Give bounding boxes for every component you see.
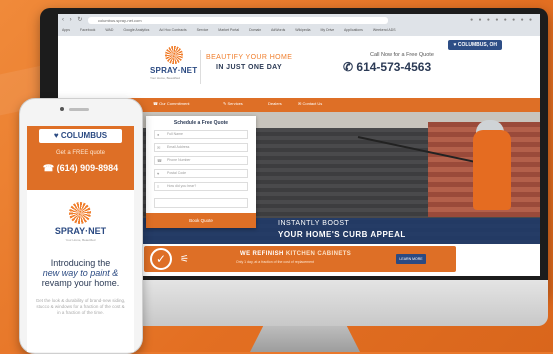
browser-chrome: ‹ › ↻ columbus.spray-net.com ● ● ● ● ● ●… bbox=[58, 14, 540, 36]
bookmark-item[interactable]: AdWords bbox=[271, 28, 285, 32]
spraynet-sun-icon[interactable] bbox=[165, 46, 183, 64]
bookmark-item[interactable]: Weekend ADS bbox=[373, 28, 396, 32]
bookmark-item[interactable]: Domain bbox=[249, 28, 261, 32]
field-placeholder: Full Name bbox=[167, 132, 183, 136]
mobile-intro: Introducing the new way to paint & revam… bbox=[33, 258, 128, 288]
cabinet-banner[interactable]: ✓ ⚟ WE REFINISH KITCHEN CABINETS Only 1 … bbox=[144, 246, 456, 272]
quote-form-title: Schedule a Free Quote bbox=[173, 120, 229, 126]
bookmark-item[interactable]: Ad Hoc Contracts bbox=[159, 28, 186, 32]
mobile-phone-link[interactable]: ☎ (614) 909-8984 bbox=[27, 163, 134, 174]
quote-form: Schedule a Free Quote ● Full Name ✉ Email … bbox=[146, 116, 256, 228]
bookmark-item[interactable]: Wikipedia bbox=[295, 28, 310, 32]
mobile-free-quote: Get a FREE quote bbox=[55, 150, 106, 156]
phone-camera-icon bbox=[60, 107, 64, 111]
cabinet-title-highlight: KITCHEN CABINETS bbox=[285, 251, 352, 257]
field-placeholder: Email Address bbox=[167, 145, 190, 149]
referral-select[interactable]: ≡ How did you hear? bbox=[154, 182, 248, 191]
tagline-secondary: IN JUST ONE DAY bbox=[216, 64, 283, 71]
bookmark-item[interactable]: WAD bbox=[105, 28, 113, 32]
nav-item-contact[interactable]: ✉ Contact Us bbox=[298, 101, 322, 106]
header-divider bbox=[200, 50, 201, 84]
bookmark-item[interactable]: Service bbox=[197, 28, 209, 32]
call-label: Call Now for a Free Quote bbox=[370, 52, 434, 58]
mobile-location-button[interactable]: ♥ COLUMBUS bbox=[39, 129, 122, 143]
email-field[interactable]: ✉ Email Address bbox=[154, 143, 248, 152]
check-icon: ✓ bbox=[150, 248, 172, 270]
apple-logo-icon bbox=[291, 287, 313, 311]
field-placeholder: Postal Code bbox=[167, 171, 187, 175]
browser-nav-icons[interactable]: ‹ › ↻ bbox=[62, 17, 84, 24]
bookmark-item[interactable]: Google Analytics bbox=[123, 28, 149, 32]
header-phone-link[interactable]: ✆ 614-573-4563 bbox=[343, 60, 431, 74]
cabinet-subtitle: Only 1 day, at a fraction of the cost of… bbox=[236, 260, 314, 264]
book-quote-button[interactable]: Book Quote bbox=[146, 213, 256, 228]
mobile-screen: ♥ COLUMBUS Get a FREE quote ☎ (614) 909-… bbox=[27, 126, 134, 352]
site-logo[interactable]: SPRAY·NET bbox=[150, 66, 197, 75]
mobile-logo-subtitle: Your Home, Beautified bbox=[65, 238, 96, 242]
bookmark-item[interactable]: Applications bbox=[344, 28, 363, 32]
mobile-intro-line-1: Introducing the bbox=[50, 258, 111, 268]
url-bar[interactable]: columbus.spray-net.com bbox=[88, 17, 388, 24]
nav-item-services[interactable]: ✎ Services bbox=[223, 101, 243, 106]
bookmark-item[interactable]: My Drive bbox=[320, 28, 334, 32]
full-name-field[interactable]: ● Full Name bbox=[154, 130, 248, 139]
mobile-intro-line-3: revamp your home. bbox=[41, 278, 120, 288]
nav-item-dealers[interactable]: Dealers bbox=[268, 101, 282, 106]
mobile-body-text: Get the look & durability of brand-new s… bbox=[35, 298, 126, 315]
cabinet-title: WE REFINISH KITCHEN CABINETS bbox=[240, 251, 351, 257]
spray-gun-icon: ⚟ bbox=[180, 254, 189, 265]
mobile-header: ♥ COLUMBUS Get a FREE quote ☎ (614) 909-… bbox=[27, 126, 134, 190]
field-placeholder: How did you hear? bbox=[167, 184, 197, 188]
pin-icon: ♥ bbox=[157, 171, 160, 176]
postal-code-field[interactable]: ♥ Postal Code bbox=[154, 169, 248, 178]
mail-icon: ✉ bbox=[157, 145, 161, 150]
imac-stand bbox=[250, 326, 360, 352]
message-textarea[interactable] bbox=[154, 198, 248, 208]
hero-line-1: INSTANTLY BOOST bbox=[278, 220, 350, 227]
bookmark-item[interactable]: Market Portal bbox=[218, 28, 239, 32]
header-phone: 614-573-4563 bbox=[356, 60, 432, 74]
mobile-intro-line-2: new way to paint & bbox=[42, 268, 119, 278]
mobile-logo[interactable]: SPRAY·NET bbox=[27, 226, 134, 236]
cabinet-title-prefix: WE REFINISH bbox=[240, 251, 286, 257]
phone-icon: ☎ bbox=[157, 158, 162, 163]
field-placeholder: Phone Number bbox=[167, 158, 191, 162]
user-icon: ● bbox=[157, 132, 160, 137]
tagline-primary: BEAUTIFY YOUR HOME bbox=[206, 54, 293, 61]
mobile-sun-icon bbox=[69, 202, 91, 224]
list-icon: ≡ bbox=[157, 184, 160, 189]
location-badge[interactable]: ♥ COLUMBUS, OH bbox=[448, 40, 502, 50]
bookmark-item[interactable]: Facebook bbox=[80, 28, 95, 32]
site-header: ♥ COLUMBUS, OH SPRAY·NET Your Home, Beau… bbox=[58, 36, 540, 98]
bookmark-item[interactable]: Apps bbox=[62, 28, 70, 32]
logo-subtitle: Your Home, Beautified bbox=[150, 76, 180, 80]
extension-icons[interactable]: ● ● ● ● ● ● ● ● bbox=[470, 17, 534, 23]
phone-field[interactable]: ☎ Phone Number bbox=[154, 156, 248, 165]
learn-more-button[interactable]: LEARN MORE bbox=[396, 254, 426, 264]
hero-line-2: YOUR HOME'S CURB APPEAL bbox=[278, 230, 406, 239]
phone-speaker bbox=[69, 108, 89, 111]
bookmarks-bar: Apps Facebook WAD Google Analytics Ad Ho… bbox=[62, 27, 540, 34]
nav-item-commitment[interactable]: ☎ Our Commitment bbox=[153, 101, 190, 106]
worker-image bbox=[473, 130, 511, 210]
